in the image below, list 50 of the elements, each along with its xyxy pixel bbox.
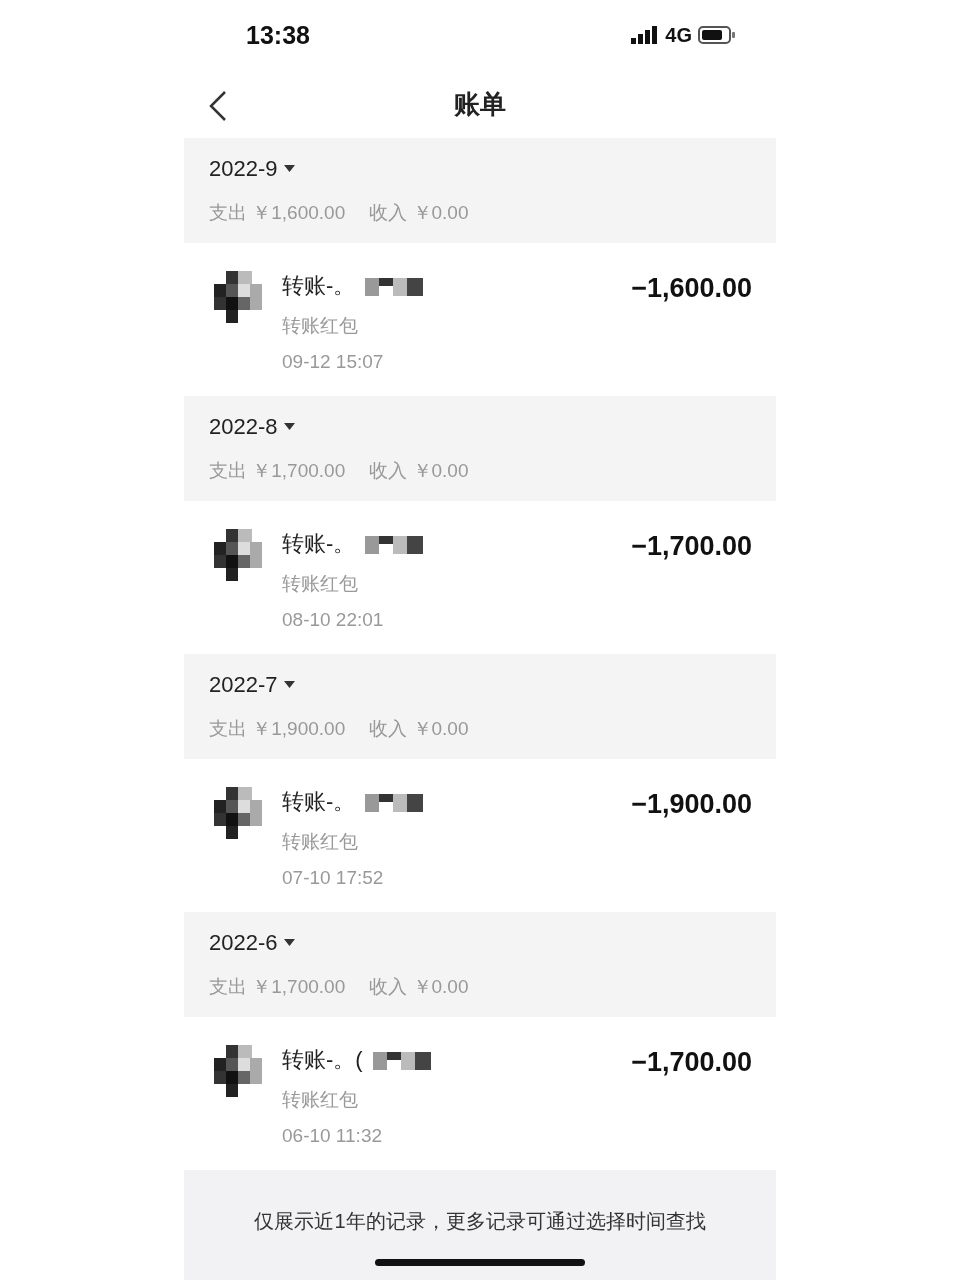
transaction-type: 转账红包: [282, 572, 359, 596]
transaction-title: 转账-。: [282, 788, 356, 816]
dropdown-icon: [283, 165, 295, 172]
avatar-icon: [214, 787, 264, 839]
battery-icon: [698, 25, 736, 45]
income-total: 收入 ￥0.00: [369, 716, 469, 741]
transaction-type: 转账红包: [282, 830, 359, 854]
network-label: 4G: [665, 23, 692, 47]
transaction-row[interactable]: 转账-。 转账红包 07-10 17:52 −1,900.00: [184, 759, 776, 912]
expense-total: 支出 ￥1,700.00: [209, 458, 346, 483]
transaction-row[interactable]: 转账-。( 转账红包 06-10 11:32 −1,700.00: [184, 1017, 776, 1170]
page-title: 账单: [454, 87, 506, 121]
month-label[interactable]: 2022-9: [209, 155, 278, 182]
redaction-mark: [365, 534, 426, 554]
transaction-time: 07-10 17:52: [282, 867, 385, 889]
signal-icon: [631, 26, 660, 44]
transaction-row[interactable]: 转账-。 转账红包 08-10 22:01 −1,700.00: [184, 501, 776, 654]
redaction-mark: [365, 792, 426, 812]
transaction-amount: −1,700.00: [631, 530, 752, 563]
expense-total: 支出 ￥1,700.00: [209, 974, 346, 999]
income-total: 收入 ￥0.00: [369, 200, 469, 225]
transaction-title: 转账-。(: [282, 1046, 363, 1074]
dropdown-icon: [283, 939, 295, 946]
transaction-title: 转账-。: [282, 530, 356, 558]
month-label[interactable]: 2022-8: [209, 413, 278, 440]
month-label[interactable]: 2022-6: [209, 929, 278, 956]
income-total: 收入 ￥0.00: [369, 458, 469, 483]
transaction-time: 08-10 22:01: [282, 609, 385, 631]
transaction-type: 转账红包: [282, 314, 359, 338]
transaction-type: 转账红包: [282, 1088, 359, 1112]
income-total: 收入 ￥0.00: [369, 974, 469, 999]
transaction-amount: −1,700.00: [631, 1046, 752, 1079]
expense-total: 支出 ￥1,900.00: [209, 716, 346, 741]
transaction-amount: −1,600.00: [631, 272, 752, 305]
transaction-time: 06-10 11:32: [282, 1125, 383, 1147]
month-label[interactable]: 2022-7: [209, 671, 278, 698]
transaction-time: 09-12 15:07: [282, 351, 385, 373]
redaction-mark: [372, 1050, 433, 1070]
transaction-row[interactable]: 转账-。 转账红包 09-12 15:07 −1,600.00: [184, 243, 776, 396]
status-time: 13:38: [246, 20, 310, 50]
dropdown-icon: [283, 681, 295, 688]
expense-total: 支出 ￥1,600.00: [209, 200, 346, 225]
footer-note: 仅展示近1年的记录，更多记录可通过选择时间查找: [254, 1209, 706, 1234]
redaction-mark: [365, 276, 426, 296]
dropdown-icon: [283, 423, 295, 430]
avatar-icon: [214, 529, 264, 581]
transaction-amount: −1,900.00: [631, 788, 752, 821]
avatar-icon: [214, 1045, 264, 1097]
avatar-icon: [214, 271, 264, 323]
transaction-title: 转账-。: [282, 272, 356, 300]
